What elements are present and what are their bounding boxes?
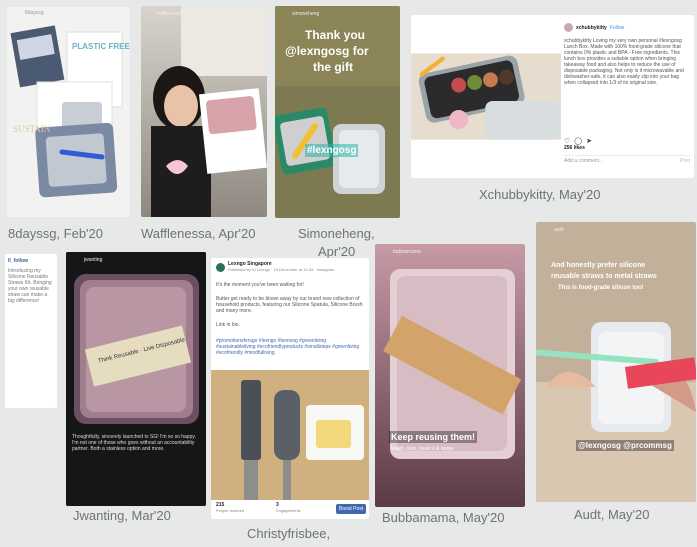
post-wafflenessa: wafflenessa <box>141 6 267 217</box>
post-comment-button[interactable]: Post <box>680 158 690 164</box>
post-text3: Link in bio. <box>216 322 240 328</box>
plastic-free-overlay: PLASTIC FREE <box>72 42 130 51</box>
keep-reusing-sub: Wash, care, clean it & reuse <box>391 446 454 452</box>
follow-button[interactable]: Follow <box>610 25 624 31</box>
post-tags: #promotionsfersgo #lexngo #lexnosg #gree… <box>216 338 360 356</box>
post-handle: audt <box>554 227 564 233</box>
post-text: Introducing my Silicone Reusable Straws … <box>8 268 52 304</box>
caption-xchubbykitty: Xchubbykitty, May'20 <box>479 187 601 202</box>
caption-wafflenessa: Wafflenessa, Apr'20 <box>141 226 256 241</box>
engagements-label: Engagements <box>276 508 301 513</box>
post-caption: xchubbykitty Loving my very own personal… <box>564 38 684 86</box>
caption-bubbamama: Bubbamama, May'20 <box>382 510 505 525</box>
caption-simoneheng-1: Simoneheng, <box>298 226 375 241</box>
mention-tag: @lexngosg @prcommsg <box>576 440 674 451</box>
post-photo <box>211 370 369 500</box>
svg-text:SUSTAIN: SUSTAIN <box>13 124 51 134</box>
post-audt: And honestly prefer silicone reusable st… <box>536 222 696 502</box>
keep-reusing-overlay: Keep reusing them! <box>389 431 478 443</box>
heart-icon[interactable]: ♡ <box>564 137 570 145</box>
post-handle: ll_follow <box>8 258 28 264</box>
add-comment-input[interactable]: Add a comment... <box>564 158 603 164</box>
post-handle: simoneheng <box>292 11 320 17</box>
thankyou-line1: Thank you <box>305 28 366 42</box>
card-line1: Think Reusable <box>97 348 140 365</box>
audt-line3: This is food-grade silicon too! <box>558 285 644 291</box>
card-line2: Live Disposable <box>143 337 186 354</box>
post-left-partial: ll_follow Introducing my Silicone Reusab… <box>5 254 57 408</box>
caption-simoneheng-2: Apr'20 <box>318 244 356 259</box>
caption-christyfrisbee: Christyfrisbee, <box>247 526 331 541</box>
post-handle: 8dayssg <box>25 10 44 16</box>
reached-label: People reached <box>216 508 245 513</box>
post-christyfrisbee: Lexngo Singapore Published by KI Lexngo … <box>211 258 369 519</box>
thankyou-line3: the gift <box>313 60 353 74</box>
post-xchubbykitty: xchubbykitty Follow xchubbykitty Loving … <box>411 15 694 178</box>
post-wafflenessa-photo <box>141 6 267 217</box>
post-handle: jwanting <box>84 257 103 263</box>
post-text2: Butter get ready to be blown away by our… <box>216 296 363 314</box>
boost-post-button[interactable]: Boost Post <box>336 504 367 514</box>
audt-line1: And honestly prefer silicone <box>551 262 646 269</box>
caption-audt: Audt, May'20 <box>574 507 650 522</box>
post-bubbamama-photo <box>375 244 525 507</box>
caption-8dayssg: 8dayssg, Feb'20 <box>8 226 103 241</box>
share-icon[interactable]: ➤ <box>586 137 592 145</box>
post-handle: wafflenessa <box>156 11 183 17</box>
post-xchubbykitty-photo <box>411 53 561 140</box>
page-avatar[interactable] <box>216 262 225 272</box>
published-line: Published by KI Lexngo · 15 December at … <box>228 267 335 272</box>
hashtag-label: #lexngosg <box>305 144 359 157</box>
post-handle: bubbamama <box>393 249 421 255</box>
caption-jwanting: Jwanting, Mar'20 <box>73 508 171 523</box>
post-simoneheng: Thank you @lexngosg for the gift #lexngo… <box>275 6 400 218</box>
story-text: Thoughtfully, sincerely launched to SG! … <box>72 434 196 452</box>
post-jwanting: Think Reusable · Live Disposable jwantin… <box>66 252 206 506</box>
post-8dayssg: SUSTAIN PLASTIC FREE 8dayssg <box>7 7 130 217</box>
post-handle[interactable]: xchubbykitty <box>576 25 607 31</box>
thankyou-line2: @lexngosg for <box>285 44 369 58</box>
post-8dayssg-photo: SUSTAIN <box>7 7 130 217</box>
post-bubbamama: Keep reusing them! Wash, care, clean it … <box>375 244 525 507</box>
audt-line2: reusable straws to metal straws <box>551 273 657 280</box>
post-text1: It's the moment you've been waiting for! <box>216 282 304 288</box>
comment-icon[interactable]: ◯ <box>574 137 582 145</box>
avatar[interactable] <box>564 23 573 32</box>
likes-count: 256 likes <box>564 145 585 151</box>
